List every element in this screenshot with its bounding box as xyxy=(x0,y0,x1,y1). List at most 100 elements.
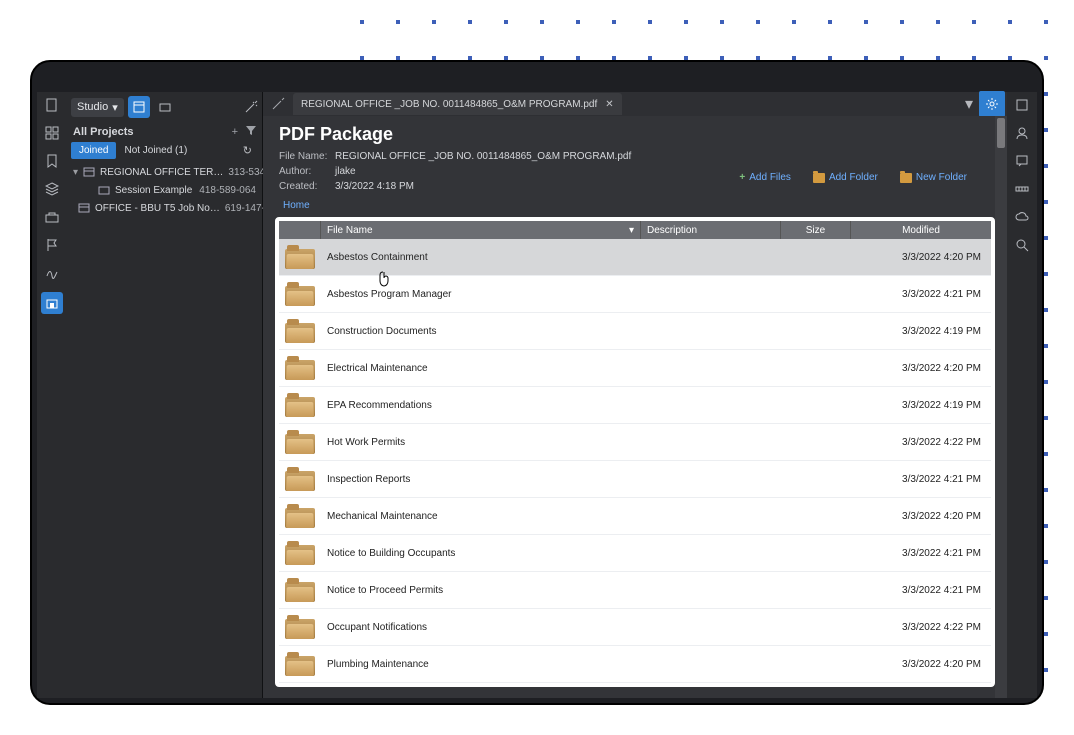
properties-icon[interactable] xyxy=(1013,96,1031,114)
col-icon[interactable] xyxy=(279,221,321,239)
note-icon[interactable] xyxy=(1013,152,1031,170)
row-icon xyxy=(279,578,321,602)
app-window: Studio▾ All Projects + Joined Not Joined… xyxy=(30,60,1044,705)
sort-icon: ▾ xyxy=(629,225,634,236)
col-modified[interactable]: Modified xyxy=(851,221,991,239)
search-icon[interactable] xyxy=(1013,236,1031,254)
row-icon xyxy=(279,541,321,565)
studio-dropdown[interactable]: Studio▾ xyxy=(71,98,124,117)
row-icon xyxy=(279,652,321,676)
tree-item-icon xyxy=(98,184,110,196)
view-mode-projects[interactable] xyxy=(128,96,150,118)
table-row[interactable]: Hot Work Permits3/3/2022 4:22 PM xyxy=(279,424,991,461)
tree-item-label: REGIONAL OFFICE TER… xyxy=(100,167,223,178)
view-mode-sessions[interactable] xyxy=(154,96,176,118)
new-folder-link[interactable]: New Folder xyxy=(900,172,967,183)
table-row[interactable]: Inspection Reports3/3/2022 4:21 PM xyxy=(279,461,991,498)
toolbox-icon[interactable] xyxy=(43,208,61,226)
user-icon[interactable] xyxy=(1013,124,1031,142)
table-row[interactable]: Asbestos Program Manager 3/3/2022 4:21 PM xyxy=(279,276,991,313)
sidebar: Studio▾ All Projects + Joined Not Joined… xyxy=(67,92,263,698)
meta-filename-label: File Name: xyxy=(279,151,335,162)
row-modified: 3/3/2022 4:20 PM xyxy=(851,659,991,670)
add-project-icon[interactable]: + xyxy=(232,126,238,138)
tree-item-number: 418-589-064 xyxy=(199,185,256,196)
meta-author-label: Author: xyxy=(279,166,335,177)
table-row[interactable]: Electrical Maintenance3/3/2022 4:20 PM xyxy=(279,350,991,387)
project-tree: ▾REGIONAL OFFICE TER…313-534-225Session … xyxy=(67,161,262,219)
row-icon xyxy=(279,356,321,380)
breadcrumb-home[interactable]: Home xyxy=(283,200,310,211)
row-modified: 3/3/2022 4:20 PM xyxy=(851,511,991,522)
row-modified: 3/3/2022 4:21 PM xyxy=(851,289,991,300)
row-modified: 3/3/2022 4:19 PM xyxy=(851,326,991,337)
row-icon xyxy=(279,430,321,454)
add-files-link[interactable]: +Add Files xyxy=(739,172,791,183)
layers-icon[interactable] xyxy=(43,180,61,198)
row-icon xyxy=(279,467,321,491)
row-filename: EPA Recommendations xyxy=(321,400,641,411)
scrollbar[interactable] xyxy=(995,116,1007,698)
folder-icon xyxy=(900,173,912,183)
row-filename: Asbestos Containment xyxy=(321,252,641,263)
row-filename: Notice to Proceed Permits xyxy=(321,585,641,596)
filter-icon[interactable] xyxy=(246,126,256,138)
row-modified: 3/3/2022 4:21 PM xyxy=(851,548,991,559)
table-row[interactable]: Notice to Proceed Permits 3/3/2022 4:21 P… xyxy=(279,572,991,609)
table-row[interactable]: Notice to Building Occupants3/3/2022 4:2… xyxy=(279,535,991,572)
left-rail xyxy=(37,92,67,698)
tab-overflow-icon[interactable]: ▾ xyxy=(959,94,979,114)
tree-item[interactable]: Session Example 418-589-064 xyxy=(67,181,262,199)
tree-item[interactable]: OFFICE - BBU T5 Job No…619-147-376 xyxy=(67,199,262,217)
row-filename: Asbestos Program Manager xyxy=(321,289,641,300)
table-row[interactable]: EPA Recommendations3/3/2022 4:19 PM xyxy=(279,387,991,424)
wand-icon-2[interactable] xyxy=(263,97,293,111)
wand-icon[interactable] xyxy=(244,100,258,114)
row-icon xyxy=(279,504,321,528)
row-filename: Construction Documents xyxy=(321,326,641,337)
settings-gear-icon[interactable] xyxy=(979,91,1005,117)
bookmark-icon[interactable] xyxy=(43,152,61,170)
col-size[interactable]: Size xyxy=(781,221,851,239)
row-filename: Mechanical Maintenance xyxy=(321,511,641,522)
close-tab-icon[interactable]: ✕ xyxy=(605,99,613,110)
row-icon xyxy=(279,282,321,306)
meta-filename: REGIONAL OFFICE _JOB NO. 0011484865_O&M … xyxy=(335,151,991,162)
page-title: PDF Package xyxy=(279,124,991,145)
folder-icon xyxy=(813,173,825,183)
table-row[interactable]: Mechanical Maintenance 3/3/2022 4:20 PM xyxy=(279,498,991,535)
row-modified: 3/3/2022 4:22 PM xyxy=(851,437,991,448)
file-icon[interactable] xyxy=(43,96,61,114)
sidebar-title: All Projects xyxy=(73,126,134,138)
row-filename: Inspection Reports xyxy=(321,474,641,485)
tab-notjoined[interactable]: Not Joined (1) xyxy=(116,142,195,159)
signature-icon[interactable] xyxy=(43,264,61,282)
col-description[interactable]: Description xyxy=(641,221,781,239)
refresh-icon[interactable]: ↻ xyxy=(243,144,258,157)
table-row[interactable]: Plumbing Maintenance 3/3/2022 4:20 PM xyxy=(279,646,991,683)
measure-icon[interactable] xyxy=(1013,180,1031,198)
document-tab-label: REGIONAL OFFICE _JOB NO. 0011484865_O&M … xyxy=(301,99,597,110)
add-folder-link[interactable]: Add Folder xyxy=(813,172,878,183)
grid-icon[interactable] xyxy=(43,124,61,142)
tree-item-label: Session Example xyxy=(115,185,192,196)
tree-item[interactable]: ▾REGIONAL OFFICE TER…313-534-225 xyxy=(67,163,262,181)
right-rail xyxy=(1007,92,1037,698)
row-modified: 3/3/2022 4:21 PM xyxy=(851,585,991,596)
table-row[interactable]: Occupant Notifications3/3/2022 4:22 PM xyxy=(279,609,991,646)
studio-projects-icon[interactable] xyxy=(41,292,63,314)
document-tab[interactable]: REGIONAL OFFICE _JOB NO. 0011484865_O&M … xyxy=(293,93,622,115)
tree-item-icon xyxy=(83,166,95,178)
meta-created-label: Created: xyxy=(279,181,335,192)
file-list-panel: File Name▾ Description Size Modified Asb… xyxy=(275,217,995,687)
row-icon xyxy=(279,393,321,417)
tab-joined[interactable]: Joined xyxy=(71,142,116,159)
col-filename[interactable]: File Name▾ xyxy=(321,221,641,239)
table-row[interactable]: Construction Documents 3/3/2022 4:19 PM xyxy=(279,313,991,350)
flag-icon[interactable] xyxy=(43,236,61,254)
table-row[interactable]: Asbestos Containment3/3/2022 4:20 PM xyxy=(279,239,991,276)
row-filename: Plumbing Maintenance xyxy=(321,659,641,670)
row-icon xyxy=(279,245,321,269)
row-icon xyxy=(279,319,321,343)
cloud-icon[interactable] xyxy=(1013,208,1031,226)
